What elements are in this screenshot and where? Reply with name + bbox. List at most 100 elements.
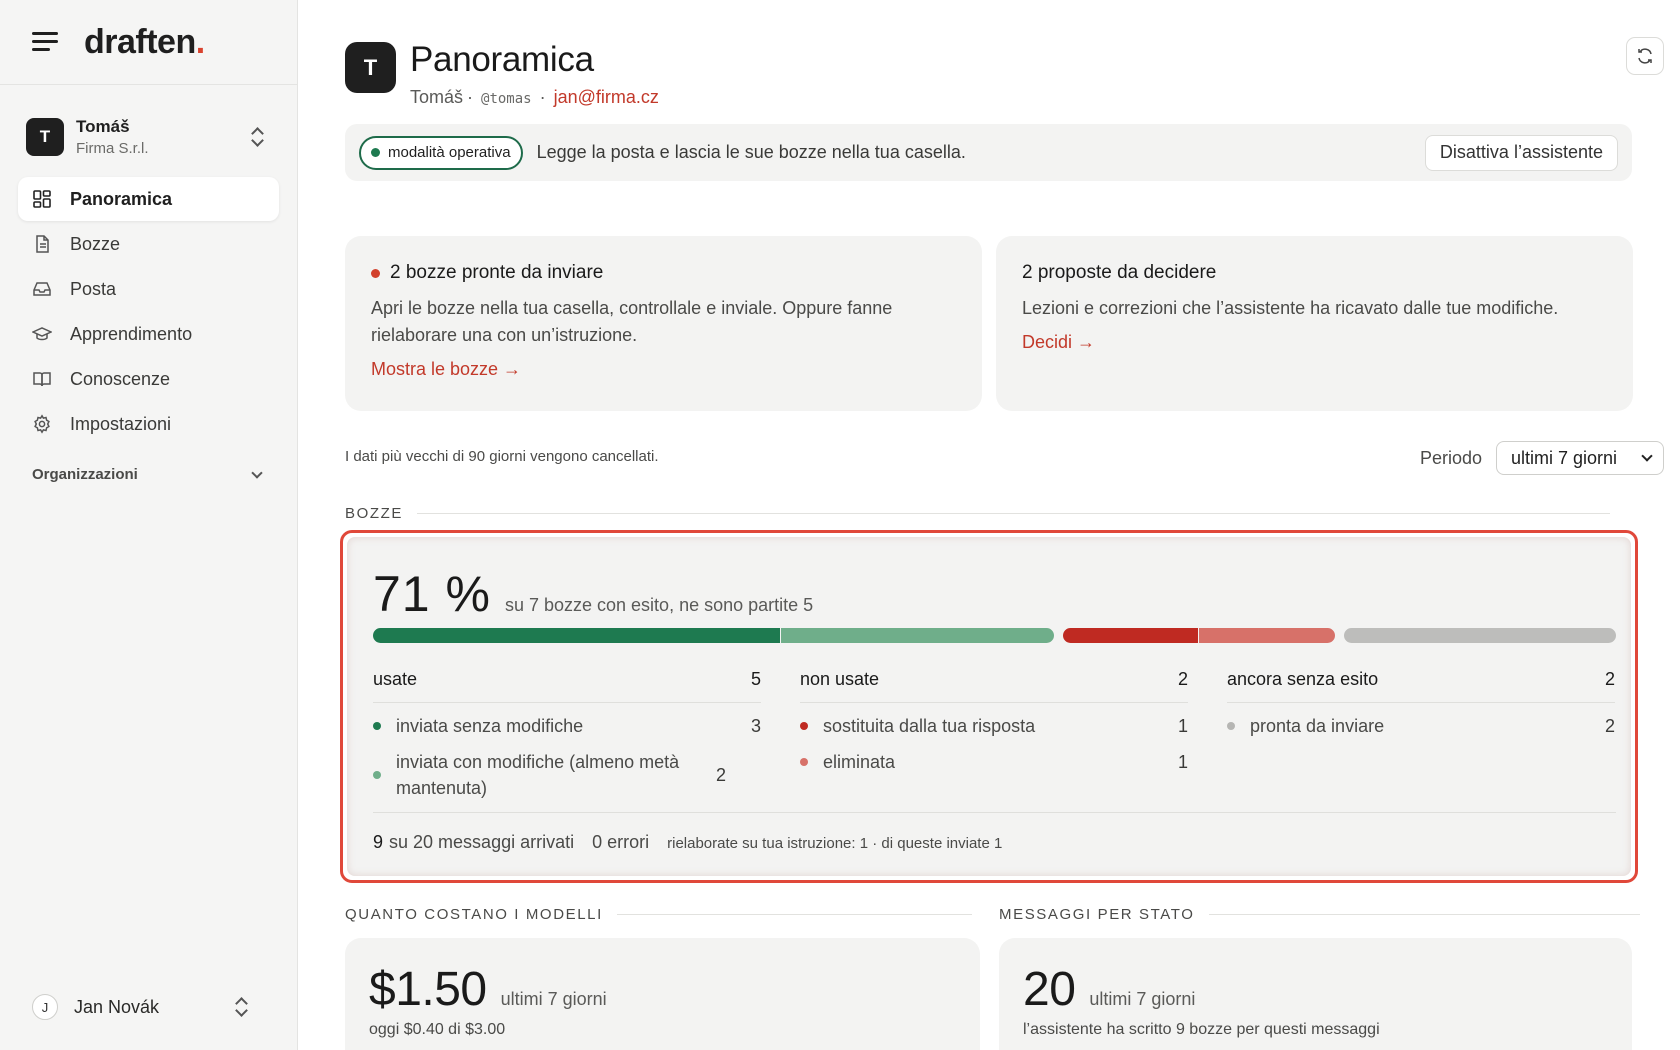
bar-segment — [781, 628, 1054, 643]
drafts-ready-card: 2 bozze pronte da inviare Apri le bozze … — [345, 236, 982, 411]
divider — [417, 513, 1611, 514]
chevron-updown-icon — [233, 996, 249, 1018]
success-rate-value: 71 % — [373, 566, 491, 622]
header-user-name: Tomáš — [410, 87, 464, 107]
column-title: non usate — [800, 669, 880, 689]
user-avatar: J — [32, 994, 58, 1020]
gear-icon — [32, 414, 52, 434]
messages-sub: l’assistente ha scritto 9 bozze per ques… — [1023, 1021, 1380, 1038]
separator: · — [467, 87, 474, 107]
sidebar-item-panoramica[interactable]: Panoramica — [18, 177, 279, 221]
outcome-column-unused: non usate 2 sostituita dalla tua rispost… — [800, 657, 1188, 801]
card-title: 2 bozze pronte da inviare — [371, 262, 956, 284]
user-name: Jan Novák — [74, 996, 160, 1017]
outcome-row: eliminata 1 — [800, 749, 1188, 775]
legend-dot-icon — [373, 722, 381, 730]
logo[interactable]: draften. — [84, 23, 205, 62]
outcome-value: 2 — [1604, 715, 1615, 736]
decide-link[interactable]: Decidi → — [1022, 332, 1095, 353]
outcome-value: 1 — [1177, 751, 1188, 772]
outcome-column-pending: ancora senza esito 2 pronta da inviare 2 — [1227, 657, 1615, 801]
sidebar-item-impostazioni[interactable]: Impostazioni — [18, 402, 279, 446]
sidebar-item-conoscenze[interactable]: Conoscenze — [18, 357, 279, 401]
outcome-label: sostituita dalla tua risposta — [823, 716, 1036, 736]
user-switcher[interactable]: J Jan Novák — [32, 990, 263, 1024]
column-header: usate 5 — [373, 657, 761, 703]
errors-count: 0 errori — [592, 832, 650, 852]
organizations-label: Organizzazioni — [32, 466, 138, 483]
deactivate-assistant-button[interactable]: Disattiva l’assistente — [1424, 134, 1618, 171]
sidebar-nav: Panoramica Bozze Posta Apprendimento Con… — [0, 177, 297, 446]
column-total: 2 — [1177, 669, 1188, 689]
drafts-stats-highlight: 71 % su 7 bozze con esito, ne sono parti… — [340, 530, 1638, 883]
org-switcher[interactable]: T Tomáš Firma S.r.l. — [26, 115, 279, 159]
legend-dot-icon — [800, 758, 808, 766]
arrived-count: 9 — [373, 832, 384, 852]
divider — [373, 812, 1616, 813]
outcome-value: 2 — [715, 764, 726, 785]
legend-dot-icon — [373, 771, 381, 779]
drafts-stats-card: 71 % su 7 bozze con esito, ne sono parti… — [347, 537, 1631, 876]
sidebar-item-bozze[interactable]: Bozze — [18, 222, 279, 266]
period-select[interactable]: ultimi 7 giorni — [1496, 441, 1664, 475]
outcome-label: pronta da inviare — [1250, 716, 1385, 736]
refresh-button[interactable] — [1626, 37, 1664, 75]
outcome-columns: usate 5 inviata senza modifiche 3 inviat… — [373, 657, 1616, 801]
card-body: Lezioni e correzioni che l’assistente ha… — [1022, 298, 1559, 318]
mode-status-badge: modalità operativa — [359, 135, 523, 170]
period-selected-value: ultimi 7 giorni — [1511, 447, 1618, 468]
outcome-label: eliminata — [823, 752, 896, 772]
header-avatar: T — [345, 42, 396, 93]
separator: · — [539, 87, 546, 107]
refresh-icon — [1638, 48, 1652, 64]
chevron-down-icon — [251, 466, 263, 479]
org-company-name: Firma S.r.l. — [76, 140, 149, 157]
outcome-stacked-bar — [373, 628, 1616, 643]
header-email-link[interactable]: jan@firma.cz — [554, 87, 659, 108]
proposals-card: 2 proposte da decidere Lezioni e correzi… — [996, 236, 1633, 411]
bar-segment — [1062, 628, 1198, 643]
column-total: 5 — [750, 669, 761, 689]
page-title: Panoramica — [410, 40, 594, 79]
column-title: usate — [373, 669, 418, 689]
sidebar-item-apprendimento[interactable]: Apprendimento — [18, 312, 279, 356]
column-header: non usate 2 — [800, 657, 1188, 703]
status-dot-icon — [371, 148, 380, 157]
outcome-value: 1 — [1177, 715, 1188, 736]
sidebar-item-posta[interactable]: Posta — [18, 267, 279, 311]
dashboard-icon — [32, 189, 52, 209]
messages-by-status-card: 20 ultimi 7 giorni l’assistente ha scrit… — [999, 938, 1632, 1050]
organizations-toggle[interactable]: Organizzazioni — [32, 466, 263, 483]
page-header: T Panoramica Tomáš · @tomas · jan@firma.… — [345, 42, 659, 108]
outcome-row: sostituita dalla tua risposta 1 — [800, 713, 1188, 739]
sidebar-item-label: Panoramica — [70, 188, 173, 209]
show-drafts-link[interactable]: Mostra le bozze → — [371, 359, 521, 380]
card-body: Apri le bozze nella tua casella, control… — [371, 298, 893, 345]
chevron-down-icon — [1641, 450, 1653, 462]
sidebar-item-label: Conoscenze — [70, 368, 171, 389]
arrived-text: su 20 messaggi arrivati — [389, 832, 575, 852]
section-label-messages: MESSAGGI PER STATO — [999, 906, 1640, 923]
model-costs-card: $1.50 ultimi 7 giorni oggi $0.40 di $3.0… — [345, 938, 980, 1050]
cost-period: ultimi 7 giorni — [500, 989, 607, 1009]
legend-dot-icon — [1227, 722, 1235, 730]
outcome-value: 3 — [750, 715, 761, 736]
stats-footer: 9 su 20 messaggi arrivati 0 errori riela… — [373, 832, 1002, 853]
section-label-costs: QUANTO COSTANO I MODELLI — [345, 906, 972, 923]
mode-description: Legge la posta e lascia le sue bozze nel… — [536, 142, 966, 162]
section-label-drafts: BOZZE — [345, 505, 1611, 522]
mode-status-label: modalità operativa — [388, 144, 511, 161]
brand-bar: draften. — [0, 0, 297, 85]
retention-note: I dati più vecchi di 90 giorni vengono c… — [345, 448, 659, 465]
outcome-label: inviata senza modifiche — [396, 716, 584, 736]
outcome-column-used: usate 5 inviata senza modifiche 3 inviat… — [373, 657, 761, 801]
divider — [1208, 914, 1640, 915]
action-cards: 2 bozze pronte da inviare Apri le bozze … — [345, 236, 1633, 411]
sidebar-item-label: Apprendimento — [70, 323, 193, 344]
bar-segment — [1198, 628, 1335, 643]
alert-dot-icon — [371, 268, 380, 278]
graduation-cap-icon — [32, 324, 52, 344]
legend-dot-icon — [800, 722, 808, 730]
menu-icon[interactable] — [32, 31, 60, 53]
section-title: QUANTO COSTANO I MODELLI — [345, 906, 603, 923]
